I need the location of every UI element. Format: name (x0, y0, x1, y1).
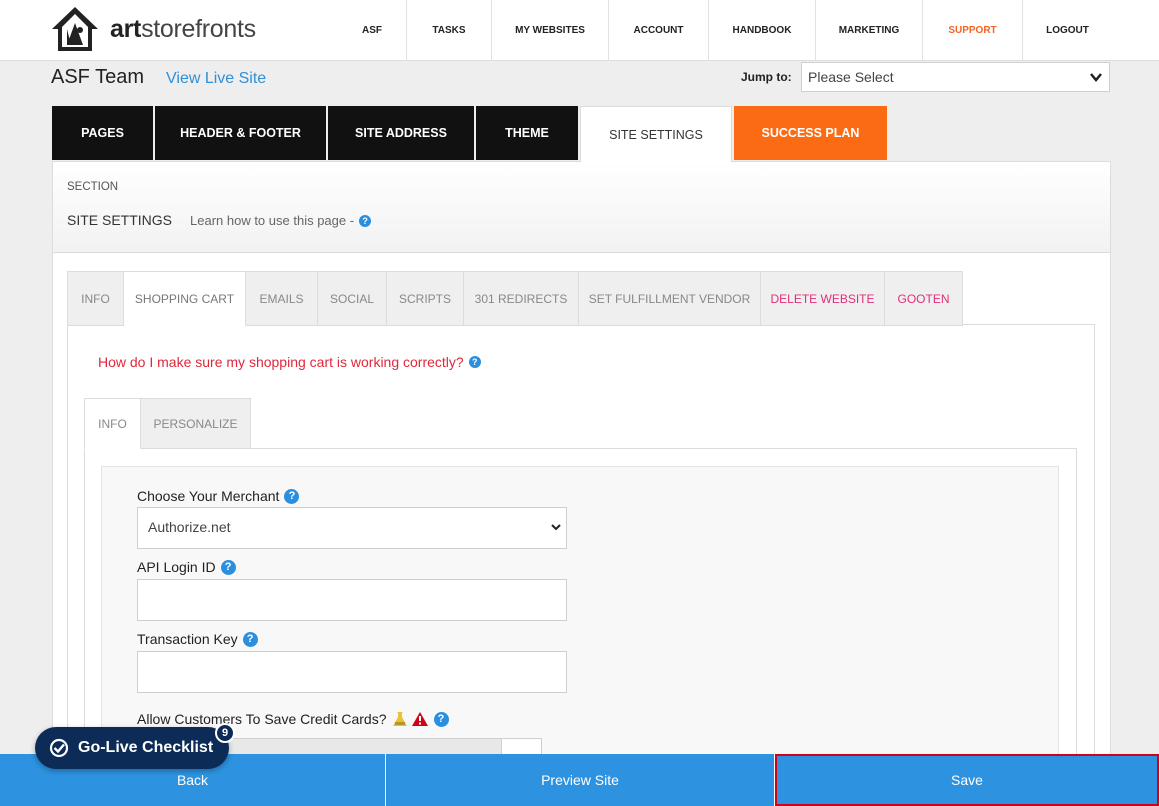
jump-to-value: Please Select (808, 69, 894, 85)
preview-site-button[interactable]: Preview Site (386, 754, 775, 806)
jump-to-label: Jump to: (741, 70, 792, 84)
api-login-input[interactable] (137, 579, 567, 621)
checklist-label: Go-Live Checklist (78, 739, 214, 756)
page-title: ASF Team (51, 66, 144, 88)
subtab-shopping-cart[interactable]: SHOPPING CART (124, 272, 246, 326)
view-live-site-link[interactable]: View Live Site (166, 70, 266, 88)
check-circle-icon (49, 738, 69, 758)
tab-theme[interactable]: THEME (476, 106, 578, 160)
tab-pages[interactable]: PAGES (52, 106, 153, 160)
nav-links: ASF TASKS MY WEBSITES ACCOUNT HANDBOOK M… (338, 0, 1112, 61)
subtab-scripts[interactable]: SCRIPTS (387, 272, 464, 326)
jump-to-select[interactable]: Please Select (801, 62, 1110, 92)
nav-my-websites[interactable]: MY WEBSITES (491, 0, 608, 61)
nav-marketing[interactable]: MARKETING (815, 0, 922, 61)
section-title: SITE SETTINGS (67, 212, 173, 228)
settings-sub-tabs: INFO SHOPPING CART EMAILS SOCIAL SCRIPTS… (67, 271, 963, 326)
subtab-301-redirects[interactable]: 301 REDIRECTS (464, 272, 579, 326)
cart-help-text: How do I make sure my shopping cart is w… (98, 354, 464, 370)
chevron-down-icon (1090, 73, 1102, 82)
subtab-fulfillment-vendor[interactable]: SET FULFILLMENT VENDOR (579, 272, 761, 326)
nav-tasks[interactable]: TASKS (406, 0, 491, 61)
go-live-checklist-button[interactable]: Go-Live Checklist (35, 727, 229, 769)
checklist-count-badge: 9 (215, 723, 235, 743)
innertab-personalize[interactable]: PERSONALIZE (141, 398, 251, 449)
subtab-emails[interactable]: EMAILS (246, 272, 318, 326)
tab-success-plan[interactable]: SUCCESS PLAN (734, 106, 887, 160)
merchant-label: Choose Your Merchant ? (137, 488, 300, 504)
subtab-gooten[interactable]: GOOTEN (885, 272, 963, 326)
help-icon[interactable]: ? (284, 488, 300, 504)
tab-header-footer[interactable]: HEADER & FOOTER (155, 106, 326, 160)
main-tabs: PAGES HEADER & FOOTER SITE ADDRESS THEME… (52, 106, 889, 162)
transaction-key-label: Transaction Key ? (137, 631, 258, 647)
section-label: SECTION (67, 181, 119, 193)
tab-site-settings[interactable]: SITE SETTINGS (580, 106, 732, 162)
learn-how-link[interactable]: Learn how to use this page - ? (190, 213, 372, 228)
help-icon[interactable]: ? (433, 711, 449, 727)
transaction-key-input[interactable] (137, 651, 567, 693)
top-navigation: artstorefronts ASF TASKS MY WEBSITES ACC… (0, 0, 1159, 61)
subtab-info[interactable]: INFO (67, 272, 124, 326)
help-icon[interactable]: ? (359, 214, 372, 227)
save-cards-label: Allow Customers To Save Credit Cards? ? (137, 711, 449, 727)
merchant-select[interactable]: Authorize.net (137, 507, 567, 549)
nav-account[interactable]: ACCOUNT (608, 0, 708, 61)
brand-logo[interactable]: artstorefronts (50, 4, 256, 54)
learn-how-text: Learn how to use this page - (190, 213, 355, 228)
save-button[interactable]: Save (775, 754, 1159, 806)
help-icon[interactable]: ? (220, 559, 236, 575)
warning-icon (411, 712, 428, 726)
subtab-delete-website[interactable]: DELETE WEBSITE (761, 272, 885, 326)
nav-asf[interactable]: ASF (338, 0, 406, 61)
house-logo-icon (52, 7, 98, 51)
tab-site-address[interactable]: SITE ADDRESS (328, 106, 474, 160)
cart-inner-tabs: INFO PERSONALIZE (84, 398, 251, 449)
chevron-down-icon (551, 524, 561, 531)
help-icon[interactable]: ? (468, 356, 481, 368)
section-header: SECTION SITE SETTINGS Learn how to use t… (52, 161, 1111, 253)
merchant-value: Authorize.net (148, 519, 231, 535)
nav-handbook[interactable]: HANDBOOK (708, 0, 815, 61)
innertab-info[interactable]: INFO (84, 398, 141, 449)
api-login-label: API Login ID ? (137, 559, 236, 575)
nav-support[interactable]: SUPPORT (922, 0, 1022, 61)
subtab-social[interactable]: SOCIAL (318, 272, 387, 326)
cart-help-link[interactable]: How do I make sure my shopping cart is w… (98, 354, 481, 370)
brand-name: artstorefronts (110, 14, 256, 43)
beta-flask-icon (392, 712, 407, 726)
nav-logout[interactable]: LOGOUT (1022, 0, 1112, 61)
help-icon[interactable]: ? (242, 631, 258, 647)
